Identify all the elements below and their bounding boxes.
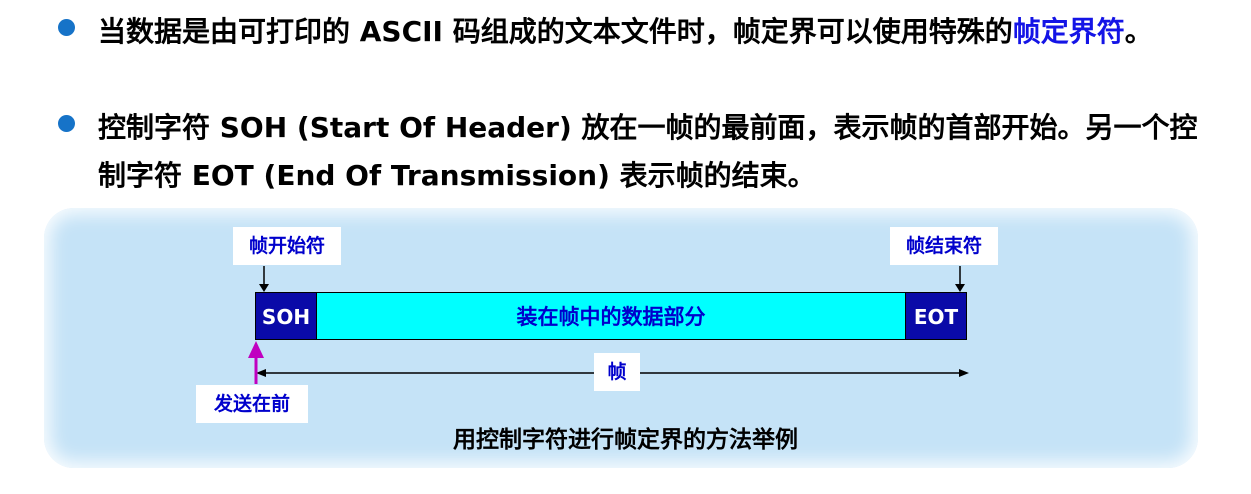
end-pointer-arrowhead bbox=[955, 284, 965, 292]
send-first-label: 发送在前 bbox=[196, 385, 308, 423]
send-first-arrowhead bbox=[248, 341, 264, 358]
frame-label: 帧 bbox=[594, 353, 640, 391]
frame-span-right-arrowhead bbox=[959, 369, 969, 377]
diagram-caption: 用控制字符进行帧定界的方法举例 bbox=[453, 427, 798, 453]
start-pointer-arrowhead bbox=[259, 284, 269, 292]
